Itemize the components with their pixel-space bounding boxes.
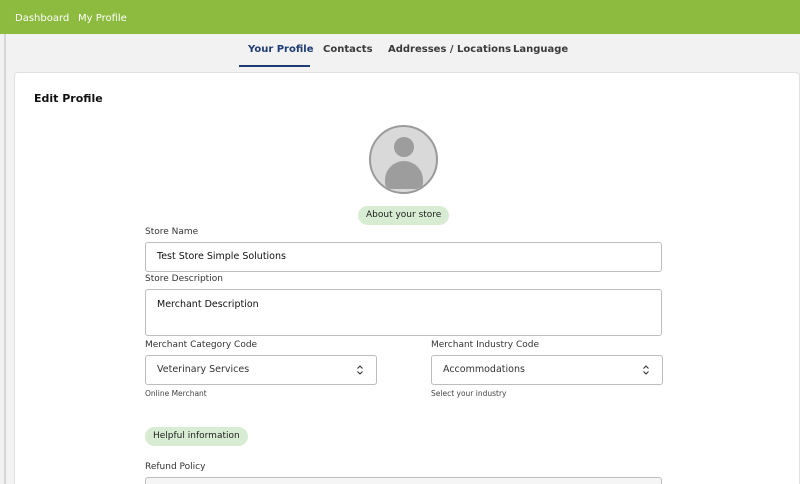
avatar-head — [394, 137, 414, 157]
avatar-body — [385, 161, 423, 189]
tab-language[interactable]: Language — [513, 44, 568, 56]
active-tab-indicator — [239, 65, 310, 67]
tab-addresses-locations[interactable]: Addresses / Locations — [388, 44, 511, 56]
profile-tabs: Your Profile Contacts Addresses / Locati… — [0, 34, 800, 68]
user-avatar-icon[interactable] — [369, 125, 438, 194]
store-description-label: Store Description — [145, 274, 223, 284]
top-navigation-bar: Dashboard My Profile — [0, 0, 800, 34]
breadcrumb-dashboard-link[interactable]: Dashboard — [15, 13, 69, 25]
refund-policy-input[interactable] — [145, 477, 662, 484]
breadcrumb-my-profile-link[interactable]: My Profile — [78, 13, 127, 25]
helpful-information-badge: Helpful information — [145, 427, 248, 446]
refund-policy-label: Refund Policy — [145, 462, 206, 472]
merchant-industry-code-hint: Select your industry — [431, 389, 507, 398]
chevron-up-down-icon — [643, 365, 649, 375]
page-title: Edit Profile — [34, 92, 103, 105]
about-your-store-badge: About your store — [358, 206, 450, 225]
edit-profile-card: Edit Profile About your store Store Name… — [14, 72, 800, 484]
merchant-category-code-value: Veterinary Services — [157, 364, 250, 375]
merchant-industry-code-value: Accommodations — [443, 364, 525, 375]
tab-contacts[interactable]: Contacts — [323, 44, 373, 56]
chevron-up-down-icon — [357, 365, 363, 375]
merchant-industry-code-label: Merchant Industry Code — [431, 340, 539, 350]
store-name-label: Store Name — [145, 227, 199, 237]
merchant-category-code-hint: Online Merchant — [145, 389, 207, 398]
store-description-textarea[interactable]: Merchant Description — [145, 289, 662, 336]
merchant-category-code-label: Merchant Category Code — [145, 340, 258, 350]
store-name-input[interactable]: Test Store Simple Solutions — [145, 242, 662, 272]
merchant-category-code-select[interactable]: Veterinary Services — [145, 355, 377, 385]
tab-your-profile[interactable]: Your Profile — [248, 44, 313, 56]
left-border — [4, 34, 6, 484]
merchant-industry-code-select[interactable]: Accommodations — [431, 355, 663, 385]
